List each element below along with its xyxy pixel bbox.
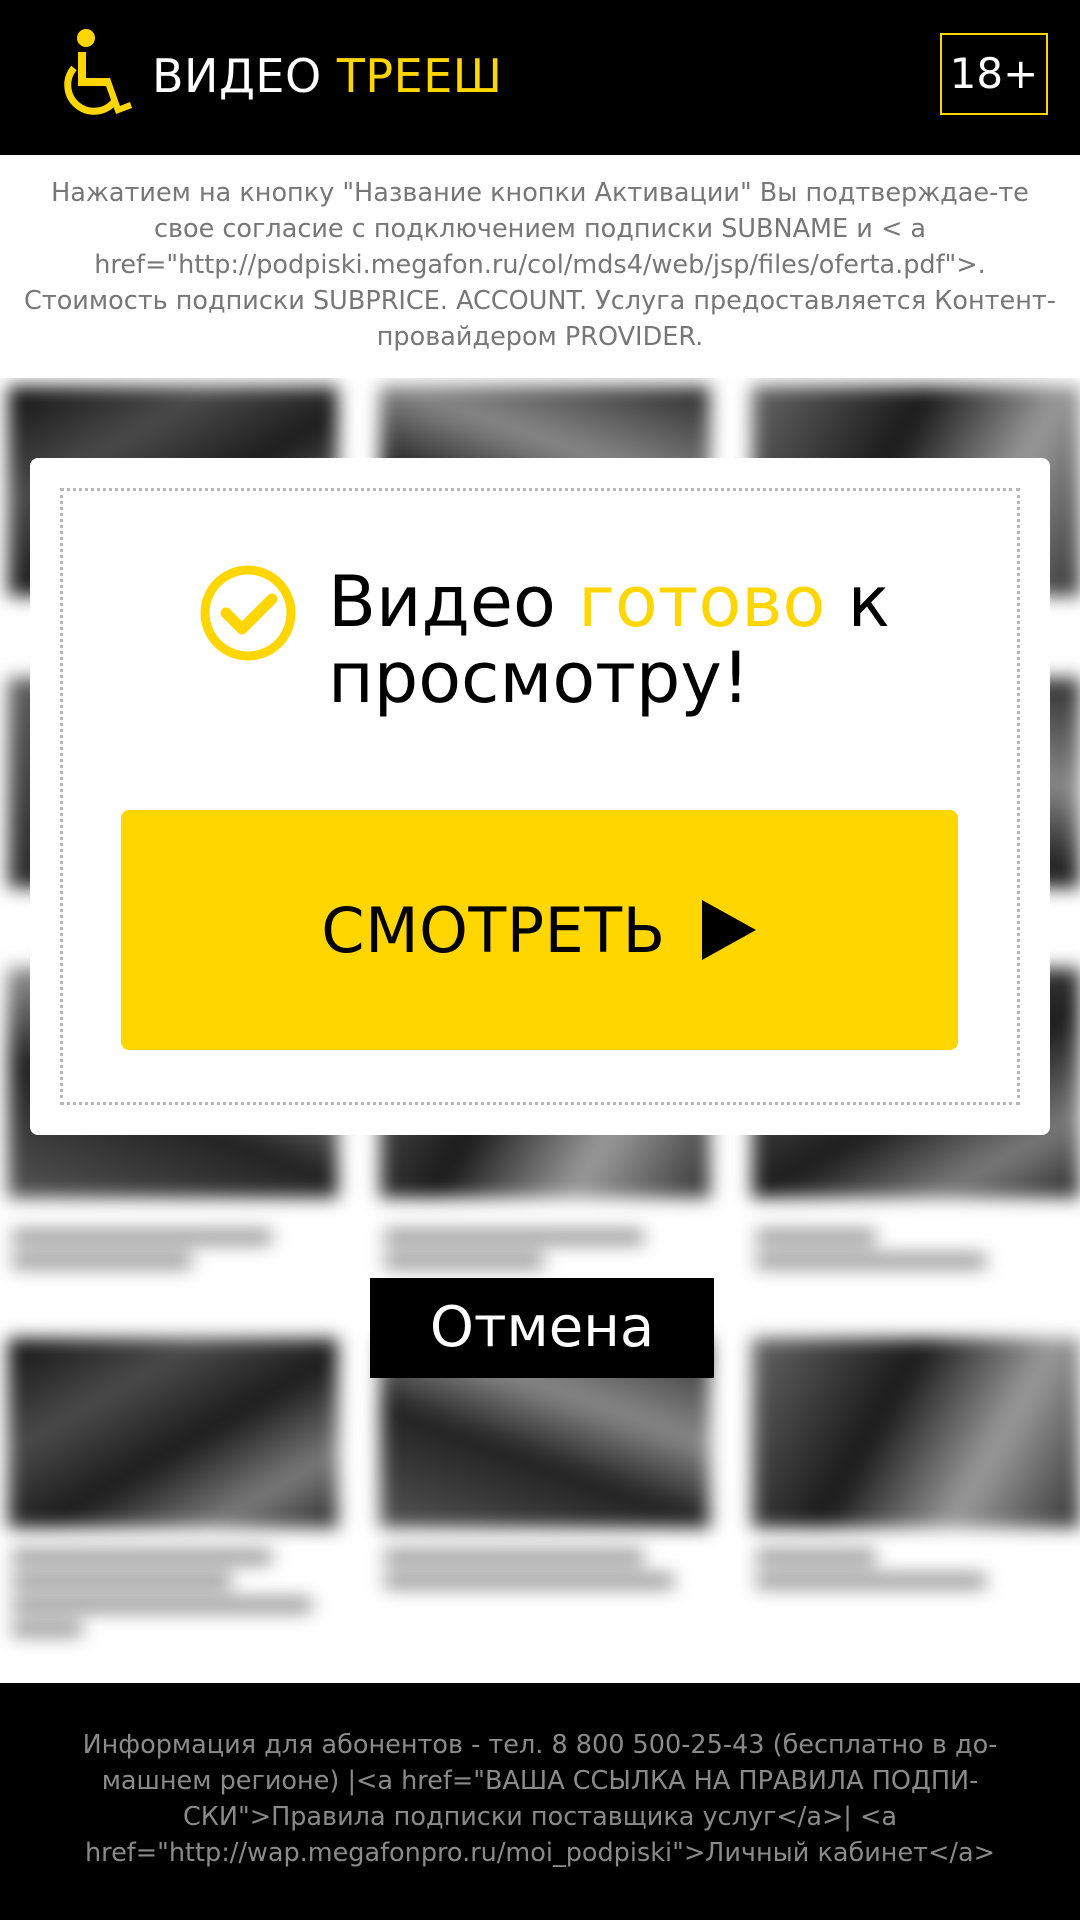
video-thumbnail [752, 1338, 1080, 1528]
watch-button-label: СМОТРЕТЬ [321, 893, 666, 967]
watch-button[interactable]: СМОТРЕТЬ [121, 810, 958, 1050]
footer-info-text: Информация для абонентов - тел. 8 800 50… [82, 1730, 998, 1868]
footer: Информация для абонентов - тел. 8 800 50… [0, 1683, 1080, 1920]
logo-word-video: ВИДЕО [152, 49, 322, 103]
video-ready-modal: Видео готово к просмотру! СМОТРЕТЬ [30, 458, 1050, 1135]
header: ВИДЕО ТРЕЕШ 18+ [0, 0, 1080, 155]
headline-part1: Видео [328, 561, 579, 643]
age-rating-badge: 18+ [940, 33, 1048, 115]
subscription-disclaimer: Нажатием на кнопку "Название кнопки Акти… [24, 178, 1056, 352]
play-icon [701, 900, 756, 960]
logo-word-trash: ТРЕЕШ [336, 49, 503, 103]
headline-accent: готово [578, 561, 826, 643]
logo-text[interactable]: ВИДЕО ТРЕЕШ [152, 46, 502, 106]
cancel-button[interactable]: Отмена [370, 1278, 714, 1378]
wheelchair-icon [64, 29, 132, 115]
video-thumbnail [8, 1338, 338, 1528]
check-circle-icon [200, 565, 296, 661]
video-ready-headline: Видео готово к просмотру! [328, 564, 948, 716]
